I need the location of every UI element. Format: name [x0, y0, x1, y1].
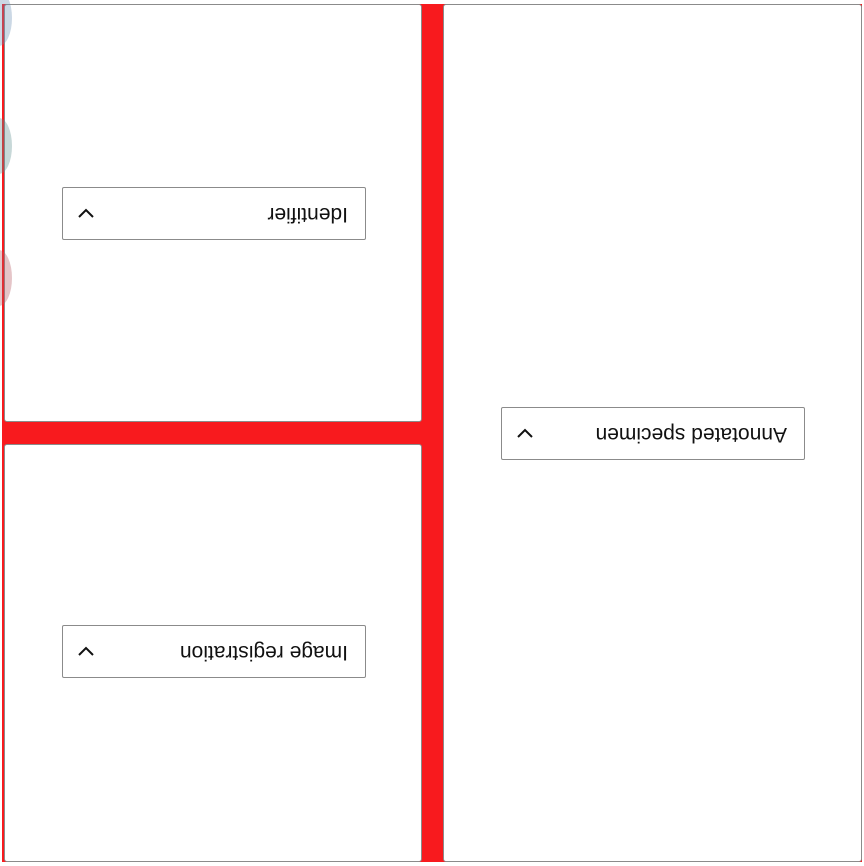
chevron-down-icon	[517, 428, 533, 438]
annotated-specimen-dropdown[interactable]: Annotated specimen	[501, 407, 805, 460]
split-layout: Annotated specimen Identifier Image regi…	[2, 4, 862, 862]
dropdown-value: Identifier	[267, 203, 348, 226]
dropdown-value: Annotated specimen	[595, 423, 787, 446]
rotated-viewport: Annotated specimen Identifier Image regi…	[0, 0, 864, 866]
dropdown-value: Image registration	[179, 641, 348, 664]
image-registration-dropdown[interactable]: Image registration	[62, 625, 366, 678]
chevron-down-icon	[78, 646, 94, 656]
chevron-down-icon	[78, 208, 94, 218]
identifier-dropdown[interactable]: Identifier	[62, 187, 366, 240]
